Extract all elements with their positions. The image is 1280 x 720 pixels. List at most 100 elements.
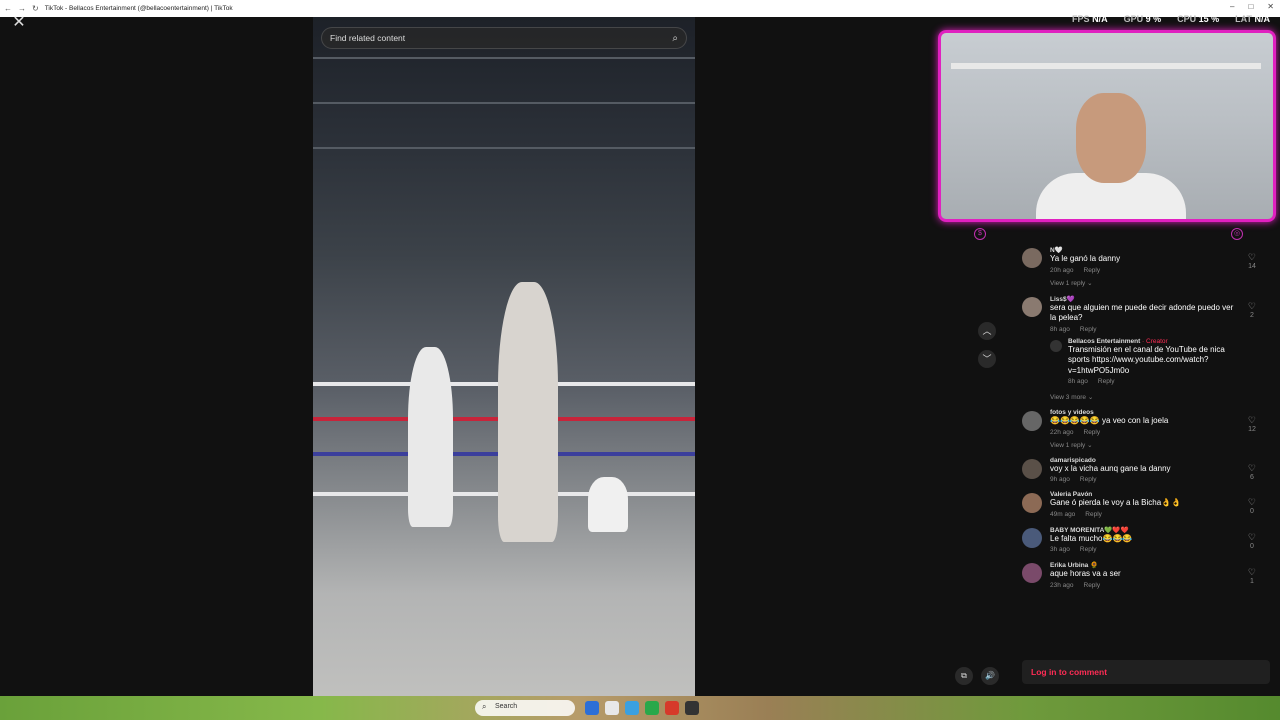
reply-text: Transmisión en el canal de YouTube de ni… bbox=[1068, 344, 1225, 375]
video-nav: ︿ ﹀ bbox=[978, 322, 996, 368]
like-button[interactable]: ♡ 2 bbox=[1248, 301, 1256, 319]
avatar[interactable] bbox=[1022, 458, 1042, 479]
pip-icon[interactable]: ⧉ bbox=[955, 667, 973, 685]
like-button[interactable]: ♡ 1 bbox=[1248, 567, 1256, 585]
streamer-face bbox=[1076, 93, 1146, 183]
app-icon[interactable] bbox=[665, 701, 679, 715]
forward-icon[interactable]: → bbox=[18, 4, 26, 13]
volume-icon[interactable]: 🔊 bbox=[981, 667, 999, 685]
ceiling-beam bbox=[313, 102, 695, 104]
comment-author[interactable]: fotos y videos bbox=[1050, 409, 1262, 416]
app-icon[interactable] bbox=[605, 701, 619, 715]
cam-badge-left-icon: $ bbox=[974, 228, 986, 240]
heart-icon: ♡ bbox=[1247, 415, 1256, 425]
view-replies-button[interactable]: View 1 reply ⌄ bbox=[1050, 441, 1262, 449]
maximize-button[interactable]: □ bbox=[1248, 2, 1253, 11]
comment-time: 20h ago bbox=[1050, 266, 1074, 274]
person-figure bbox=[498, 282, 558, 542]
comment-time: 3h ago bbox=[1050, 546, 1070, 553]
reply-button[interactable]: Reply bbox=[1080, 326, 1097, 333]
heart-icon: ♡ bbox=[1247, 300, 1256, 311]
comment-text: Ya le ganó la danny bbox=[1050, 254, 1121, 263]
like-count: 14 bbox=[1248, 263, 1256, 270]
previous-video-icon[interactable]: ︿ bbox=[978, 322, 996, 340]
file-explorer-icon[interactable] bbox=[585, 701, 599, 715]
creator-avatar[interactable] bbox=[1050, 339, 1062, 352]
person-figure bbox=[408, 347, 453, 527]
comment-author[interactable]: Valeria Pavón bbox=[1050, 491, 1262, 498]
comment-item: damarispicado voy x la vicha aunq gane l… bbox=[1022, 457, 1262, 483]
ceiling-beam bbox=[313, 147, 695, 149]
comment-item: Liss$💜 sera que alguien me puede decir a… bbox=[1022, 295, 1262, 401]
view-replies-button[interactable]: View 1 reply ⌄ bbox=[1050, 279, 1262, 287]
search-input[interactable]: Find related content bbox=[330, 33, 672, 43]
minimize-button[interactable]: – bbox=[1230, 2, 1234, 11]
search-bar[interactable]: Find related content ⌕ bbox=[321, 27, 687, 49]
heart-icon: ♡ bbox=[1247, 252, 1256, 262]
reply-button[interactable]: Reply bbox=[1085, 511, 1102, 518]
comment-time: 9h ago bbox=[1050, 476, 1070, 483]
like-count: 0 bbox=[1250, 508, 1254, 515]
comment-text: Gane ó pierda le voy a la Bicha👌👌 bbox=[1050, 498, 1182, 507]
edge-icon[interactable] bbox=[625, 701, 639, 715]
video-player[interactable] bbox=[313, 17, 695, 696]
webcam-overlay bbox=[938, 30, 1276, 222]
reload-icon[interactable]: ↻ bbox=[32, 4, 39, 13]
view-more-button[interactable]: View 3 more ⌄ bbox=[1050, 393, 1262, 401]
taskbar-apps bbox=[585, 701, 699, 715]
stat-gpu: GPU 9 % bbox=[1123, 14, 1162, 24]
window-close-button[interactable]: ✕ bbox=[1267, 2, 1274, 11]
reply-button[interactable]: Reply bbox=[1084, 582, 1101, 589]
comment-item: fotos y videos 😂😂😂😂😂 ya veo con la joela… bbox=[1022, 409, 1262, 449]
shelf bbox=[951, 63, 1261, 69]
search-icon[interactable]: ⌕ bbox=[672, 33, 678, 44]
comment-author[interactable]: BABY MORENITA💚❤️❤️ bbox=[1050, 526, 1262, 534]
avatar[interactable] bbox=[1022, 493, 1042, 513]
stat-fps: FPS N/A bbox=[1072, 14, 1108, 24]
performance-overlay: FPS N/A GPU 9 % CPU 15 % LAT N/A bbox=[1072, 14, 1270, 24]
login-to-comment-button[interactable]: Log in to comment bbox=[1022, 660, 1270, 684]
avatar[interactable] bbox=[1022, 527, 1042, 548]
reply-author[interactable]: Bellacos Entertainment · Creator bbox=[1068, 338, 1262, 345]
search-icon: ⌕ bbox=[482, 702, 487, 711]
avatar[interactable] bbox=[1022, 411, 1042, 431]
reply-button[interactable]: Reply bbox=[1080, 476, 1097, 483]
spotify-icon[interactable] bbox=[645, 701, 659, 715]
tiktok-icon[interactable] bbox=[685, 701, 699, 715]
ceiling-beam bbox=[313, 57, 695, 59]
reply-item: Bellacos Entertainment · Creator Transmi… bbox=[1050, 338, 1262, 385]
comment-text: Le falta mucho😂😂😂 bbox=[1050, 533, 1133, 543]
taskbar-search[interactable]: ⌕ Search bbox=[475, 700, 575, 716]
comment-author[interactable]: Liss$💜 bbox=[1050, 295, 1262, 303]
like-button[interactable]: ♡ 0 bbox=[1248, 532, 1256, 550]
person-figure bbox=[588, 477, 628, 532]
comment-author[interactable]: damarispicado bbox=[1050, 457, 1262, 464]
comment-time: 23h ago bbox=[1050, 581, 1074, 589]
avatar[interactable] bbox=[1022, 248, 1042, 268]
reply-button[interactable]: Reply bbox=[1080, 546, 1097, 553]
like-count: 1 bbox=[1250, 578, 1254, 585]
comment-author[interactable]: Erika Urbina 🌻 bbox=[1050, 561, 1262, 569]
avatar[interactable] bbox=[1022, 563, 1042, 583]
player-controls: ⧉ 🔊 bbox=[955, 667, 999, 685]
like-count: 6 bbox=[1250, 473, 1254, 481]
reply-button[interactable]: Reply bbox=[1098, 378, 1115, 385]
comment-item: BABY MORENITA💚❤️❤️ Le falta mucho😂😂😂 3h … bbox=[1022, 526, 1262, 553]
back-icon[interactable]: ← bbox=[4, 4, 12, 13]
like-count: 12 bbox=[1248, 426, 1256, 433]
reply-button[interactable]: Reply bbox=[1084, 267, 1101, 274]
heart-icon: ♡ bbox=[1247, 567, 1256, 577]
close-icon[interactable]: ✕ bbox=[10, 14, 28, 32]
comment-author[interactable]: N🤍 bbox=[1050, 246, 1262, 254]
os-taskbar: ⌕ Search bbox=[0, 696, 1280, 720]
like-button[interactable]: ♡ 6 bbox=[1248, 463, 1256, 481]
like-button[interactable]: ♡ 0 bbox=[1248, 497, 1256, 515]
avatar[interactable] bbox=[1022, 296, 1042, 317]
comment-list[interactable]: N🤍 Ya le ganó la danny 20h ago Reply View… bbox=[1022, 246, 1262, 650]
like-button[interactable]: ♡ 14 bbox=[1248, 252, 1256, 270]
next-video-icon[interactable]: ﹀ bbox=[978, 350, 996, 368]
creator-tag: · Creator bbox=[1140, 337, 1168, 345]
like-button[interactable]: ♡ 12 bbox=[1248, 415, 1256, 433]
window-title: TikTok - Bellacos Entertainment (@bellac… bbox=[44, 5, 233, 12]
reply-button[interactable]: Reply bbox=[1084, 429, 1101, 436]
